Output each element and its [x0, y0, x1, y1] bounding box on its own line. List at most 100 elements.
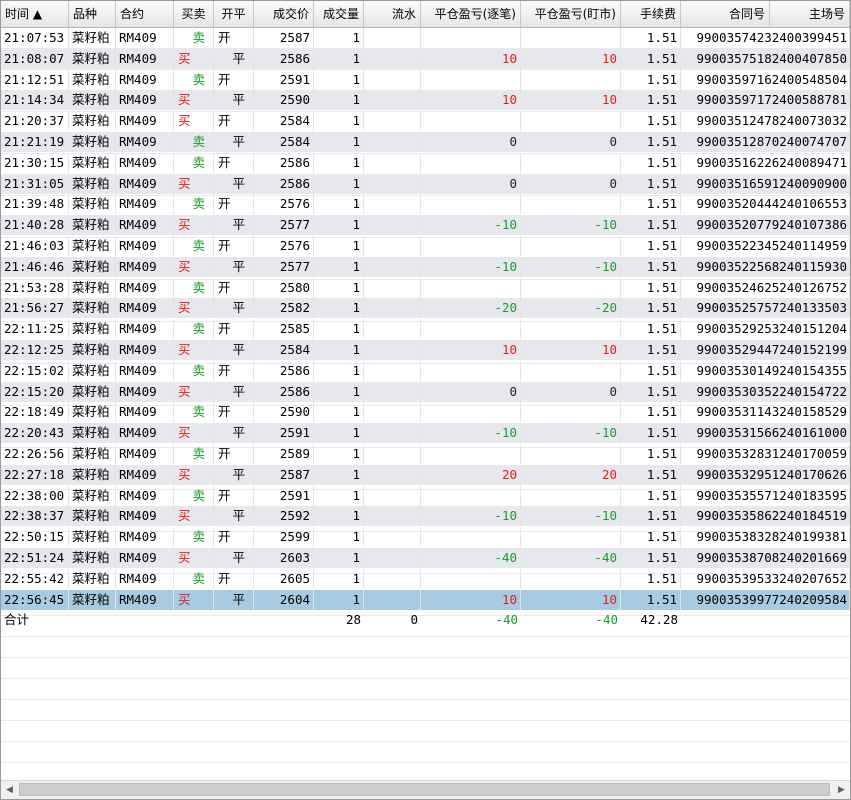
- arrow-left-icon[interactable]: ◀: [1, 781, 18, 799]
- table-row[interactable]: 21:40:28 菜籽粕 RM409 买平 2577 1 -10 -10 1.51 9900352…: [1, 215, 850, 236]
- total-pnl-mark: -40: [595, 612, 618, 628]
- table-row[interactable]: 21:12:51 菜籽粕 RM409 卖开 2591 1 1.51 9900359716240…: [1, 69, 850, 90]
- cell-fee: 1.51: [621, 527, 681, 548]
- table-row[interactable]: 22:15:20 菜籽粕 RM409 买平 2586 1 0 0 1.51 99003530352…: [1, 381, 850, 402]
- cell-side: 卖: [174, 360, 214, 381]
- cell-side: 卖: [174, 485, 214, 506]
- cell-variety: 菜籽粕: [69, 506, 116, 527]
- cell-side: 买: [174, 423, 214, 444]
- column-header-contract-no[interactable]: 合同号: [681, 1, 770, 27]
- cell-pnl-trade: [421, 111, 521, 132]
- cell-flow: [364, 256, 421, 277]
- column-header-time[interactable]: 时间 ▲: [1, 1, 69, 27]
- table-row[interactable]: 22:51:24 菜籽粕 RM409 买平 2603 1 -40 -40 1.51 9900353…: [1, 548, 850, 568]
- cell-pnl-mark: 10: [521, 589, 621, 610]
- cell-contract: RM409: [116, 444, 174, 464]
- cell-fee: 1.51: [621, 381, 681, 402]
- table-row[interactable]: 22:15:02 菜籽粕 RM409 卖开 2586 1 1.51 9900353014924…: [1, 360, 850, 381]
- table-row[interactable]: 22:26:56 菜籽粕 RM409 卖开 2589 1 1.51 9900353283124…: [1, 444, 850, 464]
- table-row[interactable]: 21:56:27 菜籽粕 RM409 买平 2582 1 -20 -20 1.51 9900352…: [1, 298, 850, 319]
- table-row[interactable]: 22:50:15 菜籽粕 RM409 卖开 2599 1 1.51 9900353832824…: [1, 527, 850, 548]
- cell-contract: RM409: [116, 256, 174, 277]
- table-row[interactable]: 21:14:34 菜籽粕 RM409 买平 2590 1 10 10 1.51 990035971…: [1, 90, 850, 111]
- table-row[interactable]: 22:55:42 菜籽粕 RM409 卖开 2605 1 1.51 9900353953324…: [1, 568, 850, 589]
- cell-time: 22:15:20: [1, 381, 69, 402]
- horizontal-scrollbar[interactable]: ◀ ▶: [1, 780, 850, 799]
- table-row[interactable]: 22:20:43 菜籽粕 RM409 买平 2591 1 -10 -10 1.51 9900353…: [1, 423, 850, 444]
- cell-pnl-mark: [521, 360, 621, 381]
- cell-volume: 1: [314, 506, 364, 527]
- column-header-pnl-trade[interactable]: 平仓盈亏(逐笔): [421, 1, 521, 27]
- table-row[interactable]: 21:46:03 菜籽粕 RM409 卖开 2576 1 1.51 9900352234524…: [1, 236, 850, 256]
- cell-price: 2577: [254, 215, 314, 236]
- table-row[interactable]: 22:38:00 菜籽粕 RM409 卖开 2591 1 1.51 9900353557124…: [1, 485, 850, 506]
- table-row[interactable]: 22:27:18 菜籽粕 RM409 买平 2587 1 20 20 1.51 990035329…: [1, 464, 850, 485]
- cell-open-close: 平: [214, 173, 254, 194]
- cell-variety: 菜籽粕: [69, 319, 116, 340]
- cell-variety: 菜籽粕: [69, 48, 116, 69]
- column-header-volume[interactable]: 成交量: [314, 1, 364, 27]
- cell-contract: RM409: [116, 589, 174, 610]
- cell-fee: 1.51: [621, 589, 681, 610]
- cell-pnl-trade: [421, 69, 521, 90]
- cell-open-close: 开: [214, 111, 254, 132]
- cell-side: 买: [174, 215, 214, 236]
- table-row[interactable]: 21:46:46 菜籽粕 RM409 买平 2577 1 -10 -10 1.51 9900352…: [1, 256, 850, 277]
- column-header-pnl-mark[interactable]: 平仓盈亏(盯市): [521, 1, 621, 27]
- cell-variety: 菜籽粕: [69, 111, 116, 132]
- cell-open-close: 平: [214, 340, 254, 360]
- cell-contract-no: 99003516226240089471: [681, 152, 850, 173]
- column-header-side[interactable]: 买卖: [174, 1, 214, 27]
- cell-pnl-trade: [421, 28, 521, 48]
- cell-price: 2589: [254, 444, 314, 464]
- cell-pnl-mark: [521, 319, 621, 340]
- table-row[interactable]: 21:53:28 菜籽粕 RM409 卖开 2580 1 1.51 9900352462524…: [1, 277, 850, 298]
- cell-variety: 菜籽粕: [69, 423, 116, 444]
- arrow-right-icon[interactable]: ▶: [833, 781, 850, 799]
- column-header-flow[interactable]: 流水: [364, 1, 421, 27]
- column-header-variety[interactable]: 品种: [69, 1, 116, 27]
- cell-pnl-mark: [521, 444, 621, 464]
- table-row[interactable]: 21:21:19 菜籽粕 RM409 卖平 2584 1 0 0 1.51 99003512870…: [1, 132, 850, 152]
- table-row[interactable]: 22:56:45 菜籽粕 RM409 买平 2604 1 10 10 1.51 990035399…: [1, 589, 850, 610]
- cell-time: 22:15:02: [1, 360, 69, 381]
- cell-pnl-trade: -20: [421, 298, 521, 319]
- cell-pnl-mark: [521, 568, 621, 589]
- table-row[interactable]: 21:08:07 菜籽粕 RM409 买平 2586 1 10 10 1.51 990035751…: [1, 48, 850, 69]
- cell-volume: 1: [314, 48, 364, 69]
- cell-side: 买: [174, 589, 214, 610]
- table-row[interactable]: 22:38:37 菜籽粕 RM409 买平 2592 1 -10 -10 1.51 9900353…: [1, 506, 850, 527]
- trade-records-grid: 时间 ▲ 品种 合约 买卖 开平 成交价 成交量 流水 平仓盈亏(逐笔) 平仓盈亏(盯市) 手续费合…: [0, 0, 851, 800]
- cell-contract-no: 99003529253240151204: [681, 319, 850, 340]
- cell-price: 2603: [254, 548, 314, 568]
- cell-flow: [364, 173, 421, 194]
- cell-contract-no: 99003530352240154722: [681, 381, 850, 402]
- table-row[interactable]: 22:12:25 菜籽粕 RM409 买平 2584 1 10 10 1.51 990035294…: [1, 340, 850, 360]
- cell-volume: 1: [314, 340, 364, 360]
- cell-variety: 菜籽粕: [69, 173, 116, 194]
- cell-volume: 1: [314, 527, 364, 548]
- column-header-price[interactable]: 成交价: [254, 1, 314, 27]
- cell-fee: 1.51: [621, 340, 681, 360]
- column-header-exchange-no[interactable]: 主场号: [770, 1, 850, 27]
- cell-contract: RM409: [116, 402, 174, 423]
- table-row[interactable]: 21:39:48 菜籽粕 RM409 卖开 2576 1 1.51 9900352044424…: [1, 194, 850, 215]
- column-header-open-close[interactable]: 开平: [214, 1, 254, 27]
- table-row[interactable]: 21:20:37 菜籽粕 RM409 买开 2584 1 1.51 9900351247824…: [1, 111, 850, 132]
- cell-fee: 1.51: [621, 568, 681, 589]
- column-header-contract[interactable]: 合约: [116, 1, 174, 27]
- cell-variety: 菜籽粕: [69, 589, 116, 610]
- cell-price: 2587: [254, 464, 314, 485]
- column-header-fee[interactable]: 手续费: [621, 1, 681, 27]
- cell-volume: 1: [314, 319, 364, 340]
- table-row[interactable]: 21:31:05 菜籽粕 RM409 买平 2586 1 0 0 1.51 99003516591…: [1, 173, 850, 194]
- cell-price: 2582: [254, 298, 314, 319]
- cell-variety: 菜籽粕: [69, 194, 116, 215]
- scrollbar-thumb[interactable]: [19, 783, 830, 796]
- cell-price: 2586: [254, 381, 314, 402]
- table-row[interactable]: 21:30:15 菜籽粕 RM409 卖开 2586 1 1.51 9900351622624…: [1, 152, 850, 173]
- table-row[interactable]: 22:11:25 菜籽粕 RM409 卖开 2585 1 1.51 9900352925324…: [1, 319, 850, 340]
- table-row[interactable]: 22:18:49 菜籽粕 RM409 卖开 2590 1 1.51 9900353114324…: [1, 402, 850, 423]
- cell-side: 卖: [174, 568, 214, 589]
- table-row[interactable]: 21:07:53 菜籽粕 RM409 卖开 2587 1 1.51 9900357423240…: [1, 28, 850, 48]
